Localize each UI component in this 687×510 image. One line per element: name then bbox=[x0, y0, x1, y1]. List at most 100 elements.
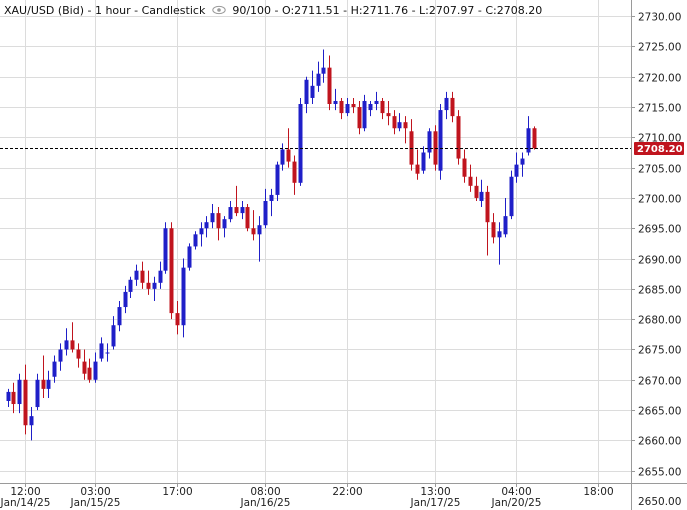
candle bbox=[491, 213, 496, 244]
y-tick-label: 2665.00 bbox=[638, 406, 681, 418]
candle bbox=[99, 337, 104, 362]
candle bbox=[193, 231, 198, 250]
candle-body bbox=[368, 104, 373, 111]
candle bbox=[485, 185, 490, 256]
candle-body bbox=[29, 416, 34, 426]
candle-body bbox=[251, 228, 256, 235]
candle bbox=[362, 94, 367, 132]
candle-body bbox=[532, 128, 537, 149]
candle bbox=[152, 276, 157, 301]
candle bbox=[380, 97, 385, 120]
candle bbox=[409, 119, 414, 171]
candle bbox=[509, 170, 514, 220]
candle bbox=[280, 143, 285, 171]
candle-body bbox=[146, 282, 151, 289]
symbol-title: XAU/USD (Bid) - 1 hour - Candlestick bbox=[4, 4, 206, 17]
candle-body bbox=[357, 107, 362, 129]
candle-body bbox=[257, 225, 262, 235]
candle-body bbox=[175, 313, 180, 326]
candle bbox=[146, 270, 151, 295]
candle-body bbox=[64, 340, 69, 350]
candle-body bbox=[397, 122, 402, 129]
candle-body bbox=[503, 216, 508, 235]
candle-body bbox=[456, 116, 461, 159]
y-tick-label: 2655.00 bbox=[638, 467, 681, 479]
last-price-tag: 2708.20 bbox=[634, 142, 684, 155]
candle bbox=[29, 407, 34, 441]
candle bbox=[23, 364, 28, 435]
y-tick-label-cut: 2650.00 bbox=[638, 496, 681, 508]
candle-body bbox=[105, 352, 110, 354]
chart-header: XAU/USD (Bid) - 1 hour - Candlestick 90/… bbox=[4, 4, 542, 17]
candle bbox=[52, 355, 57, 383]
candle-body bbox=[444, 97, 449, 111]
candle-body bbox=[310, 85, 315, 98]
candle-body bbox=[123, 291, 128, 308]
candle-body bbox=[46, 379, 51, 389]
candle-body bbox=[292, 161, 297, 183]
candle-body bbox=[304, 79, 309, 105]
candle-body bbox=[210, 213, 215, 223]
candle bbox=[228, 200, 233, 223]
candle-body bbox=[392, 116, 397, 129]
eye-icon[interactable] bbox=[212, 5, 226, 15]
candle bbox=[286, 128, 291, 168]
candle-body bbox=[216, 213, 221, 229]
candle bbox=[351, 97, 356, 114]
candle bbox=[357, 100, 362, 135]
candle-body bbox=[351, 104, 356, 108]
candle bbox=[345, 97, 350, 117]
y-tick-label: 2685.00 bbox=[638, 285, 681, 297]
candle-body bbox=[181, 267, 186, 326]
candle bbox=[526, 116, 531, 156]
candle-body bbox=[380, 100, 385, 114]
candle-body bbox=[111, 325, 116, 347]
candle bbox=[292, 155, 297, 195]
y-tick-label: 2730.00 bbox=[638, 12, 681, 24]
grid-lines bbox=[0, 16, 631, 472]
candle bbox=[117, 300, 122, 332]
candle bbox=[70, 322, 75, 353]
candle bbox=[397, 113, 402, 132]
candle bbox=[11, 382, 16, 414]
time-axis[interactable]: 12:00Jan/14/2503:00Jan/15/2517:00 08:00Ja… bbox=[0, 483, 614, 509]
candle-body bbox=[474, 185, 479, 198]
candle-body bbox=[11, 391, 16, 405]
candle bbox=[386, 100, 391, 126]
candle-body bbox=[245, 207, 250, 229]
candle bbox=[327, 55, 332, 111]
candle-body bbox=[263, 200, 268, 226]
candle bbox=[140, 261, 145, 289]
candlestick-chart: 2655.00 2660.00 2665.00 2670.00 2675.00 2680.… bbox=[0, 0, 687, 510]
candle-body bbox=[240, 207, 245, 214]
y-tick-label: 2725.00 bbox=[638, 42, 681, 54]
candle-body bbox=[6, 391, 11, 401]
candle bbox=[474, 176, 479, 201]
candle bbox=[433, 125, 438, 171]
candle bbox=[333, 88, 338, 111]
candle bbox=[427, 128, 432, 159]
candle bbox=[316, 61, 321, 92]
x-tick-date: Jan/16/25 bbox=[240, 497, 291, 509]
candle bbox=[35, 373, 40, 411]
candle bbox=[298, 97, 303, 186]
candle bbox=[450, 91, 455, 123]
candle-body bbox=[468, 176, 473, 186]
y-tick-label: 2720.00 bbox=[638, 73, 681, 85]
candle-body bbox=[193, 234, 198, 247]
x-tick-time: 18:00 bbox=[583, 486, 613, 498]
candle-body bbox=[35, 379, 40, 408]
y-tick-label: 2705.00 bbox=[638, 164, 681, 176]
zoom-level: 90/100 bbox=[232, 4, 272, 17]
ohlc-readout: - O:2711.51 - H:2711.76 - L:2707.97 - C:… bbox=[274, 4, 543, 17]
x-tick-date: Jan/14/25 bbox=[0, 497, 50, 509]
candle bbox=[181, 258, 186, 338]
candle bbox=[240, 200, 245, 220]
candle bbox=[134, 264, 139, 286]
y-tick-label: 2680.00 bbox=[638, 315, 681, 327]
candle bbox=[415, 149, 420, 180]
candle bbox=[111, 316, 116, 350]
candle-body bbox=[204, 222, 209, 229]
candle-body bbox=[41, 379, 46, 389]
price-axis[interactable]: 2655.00 2660.00 2665.00 2670.00 2675.00 2680.… bbox=[631, 12, 681, 509]
